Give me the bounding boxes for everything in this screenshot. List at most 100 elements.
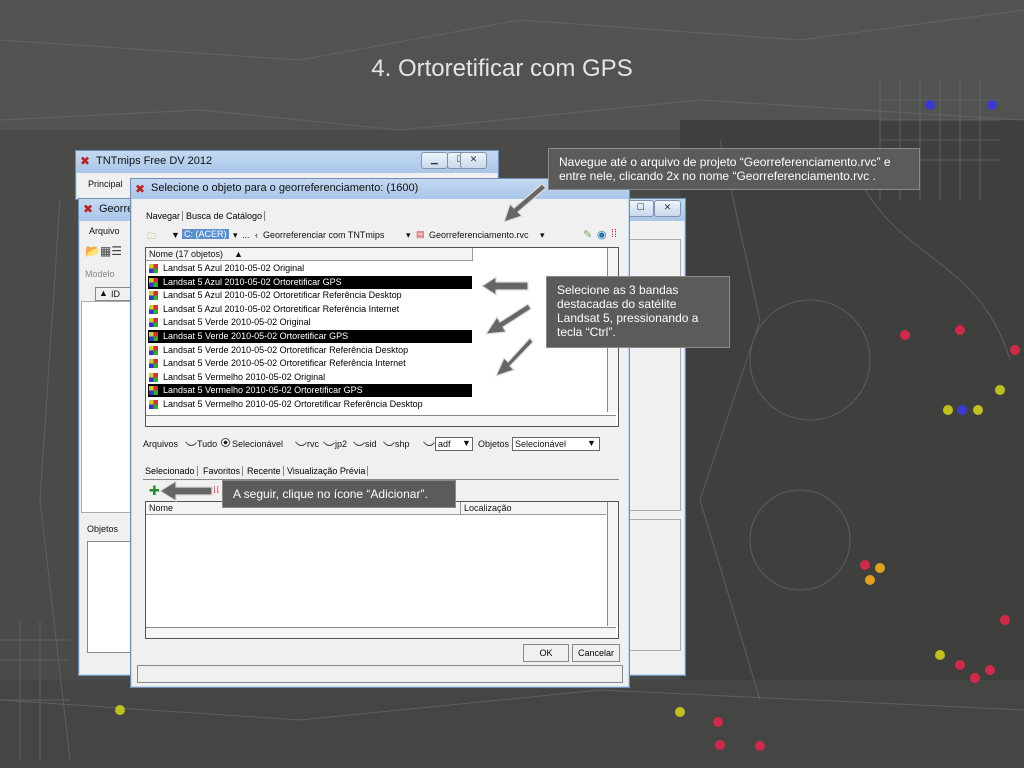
dialog-title: Selecione o objeto para o georreferencia… [151,182,419,194]
toolbar-icons: 📂▦☰ [85,244,122,258]
arrow-to-file-icon [503,184,547,223]
menu-arquivo[interactable]: Arquivo [89,226,120,236]
georef-close-button[interactable]: ✕ [654,200,681,217]
check-rvc[interactable]: rvc [294,436,319,449]
tntmips-logo-icon: ✖ [80,154,91,168]
raster-icon [149,345,158,355]
id-column-header[interactable]: ▲ ID [95,287,131,301]
list-item-label: Landsat 5 Verde 2010-05-02 Ortoretificar… [163,331,349,341]
radio-tudo[interactable]: Tudo [184,436,218,449]
path-file[interactable]: Georreferenciamento.rvc [429,230,529,240]
sort-up-icon: ▲ [99,288,108,298]
minimize-button[interactable]: ▁ [421,152,448,169]
radio-icon[interactable] [422,436,436,449]
objects-tab[interactable]: Objetos [87,524,118,534]
selected-hscroll[interactable] [146,627,616,638]
check-jp2[interactable]: jp2 [322,436,348,449]
tab-navegar[interactable]: Navegar [144,211,184,221]
path-ellipsis[interactable]: ... [242,230,250,240]
cancel-button[interactable]: Cancelar [572,644,620,662]
horizontal-scrollbar[interactable] [146,415,616,426]
list-item-label: Landsat 5 Azul 2010-05-02 Ortoretificar … [163,290,402,301]
objetos-select[interactable]: Selecionável ▼ [512,437,600,451]
list-icon[interactable]: ☰ [111,244,122,258]
bottom-tab-bar: Selecionado Favoritos Recente Visualizaç… [143,465,619,480]
list-item-label: Landsat 5 Vermelho 2010-05-02 Ortoretifi… [163,385,363,396]
grid-icon[interactable]: ⁞⁞ [611,228,617,240]
pencil-icon[interactable]: ✎ [583,228,592,241]
radio-icon [294,436,308,449]
arquivos-label: Arquivos [143,439,179,449]
check-shp[interactable]: shp [382,436,410,449]
col-divider [460,502,461,514]
arrow-to-selection-1-icon [480,276,529,296]
radio-tudo-label: Tudo [197,439,218,449]
list-item[interactable]: Landsat 5 Azul 2010-05-02 Ortoretificar … [148,275,472,289]
extension-select[interactable]: adf ▼ [435,437,473,451]
tab-visualizacao-previa[interactable]: Visualização Prévia [285,466,369,476]
globe-icon[interactable]: ◉ [597,228,607,241]
chevron-down-icon[interactable]: ▾ [540,230,545,241]
tntmips-logo-icon: ✖ [83,202,94,216]
menu-principal[interactable]: Principal [88,179,123,189]
raster-icon [149,332,158,341]
tab-recente[interactable]: Recente [245,466,284,476]
arrow-to-selection-3-icon [494,337,534,377]
chevron-down-icon: ▼ [462,438,471,448]
radio-selecionavel[interactable]: Selecionável [221,438,283,449]
callout-navigate: Navegue até o arquivo de projeto “Georre… [548,148,920,190]
arrow-to-selection-2-icon [484,303,532,335]
raster-icon [149,359,158,369]
radio-icon [322,436,336,449]
col-nome[interactable]: Nome [149,503,173,513]
raster-icon [149,372,158,382]
objetos-label: Objetos [478,439,510,449]
save-icon[interactable]: ▦ [100,244,111,258]
list-item-label: Landsat 5 Azul 2010-05-02 Ortoretificar … [163,303,400,314]
raster-icon [149,264,158,273]
chevron-down-icon[interactable]: ▾ [233,230,238,241]
check-sid-label: sid [365,439,377,449]
filter-row: Arquivos Tudo Selecionável rvc jp2 sid s… [143,436,619,451]
raster-icon [149,318,158,328]
check-jp2-label: jp2 [335,439,348,449]
check-shp-label: shp [395,439,410,449]
tab-favoritos[interactable]: Favoritos [201,466,244,476]
list-item-label: Landsat 5 Verde 2010-05-02 Ortoretificar… [163,358,406,369]
id-column-label: ID [111,289,120,299]
folder-icon[interactable]: 🗀 [147,229,156,245]
callout-select-bands: Selecione as 3 bandas destacadas do saté… [546,276,730,348]
main-title-bar: ✖ TNTmips Free DV 2012 ▁ ☐ ✕ [76,151,498,173]
close-button[interactable]: ✕ [460,152,487,169]
radio-icon [184,436,198,449]
raster-icon [149,291,158,301]
path-drive[interactable]: C: (ACER) [182,229,229,239]
georef-right-lower [627,519,681,651]
selected-vscroll[interactable] [607,502,618,626]
col-localizacao[interactable]: Localização [464,503,512,513]
ok-button[interactable]: OK [523,644,569,662]
list-item-label: Landsat 5 Vermelho 2010-05-02 Original [163,371,326,382]
extension-value: adf [438,439,451,449]
chevron-down-icon[interactable]: ▾ [406,230,411,241]
check-sid[interactable]: sid [352,436,377,449]
tab-busca-catalogo[interactable]: Busca de Catálogo [184,211,266,221]
raster-icon [149,386,158,396]
open-icon[interactable]: 📂 [85,244,100,258]
select-object-dialog: ✖ Selecione o objeto para o georreferenc… [130,178,630,688]
path-folder[interactable]: Georreferenciar com TNTmips [263,230,384,240]
radio-icon [382,436,396,449]
tab-selecionado[interactable]: Selecionado [143,466,198,476]
slide-title: 4. Ortoretificar com GPS [371,55,633,82]
list-header[interactable]: Nome (17 objetos) ▲ [146,248,473,261]
dropdown-arrow-icon[interactable]: ▼ [171,230,180,240]
path-bar: 🗀 ▼ C: (ACER) ▾ ... ‹ Georreferenciar co… [145,228,619,244]
chevron-down-icon: ▼ [587,438,596,448]
list-item[interactable]: Landsat 5 Verde 2010-05-02 Ortoretificar… [148,330,472,343]
list-header-label: Nome (17 objetos) [149,249,224,259]
chevron-left-icon: ‹ [255,230,258,240]
georef-maximize-button[interactable]: ☐ [627,200,654,217]
arrow-to-add-icon [158,479,213,503]
list-item[interactable]: Landsat 5 Vermelho 2010-05-02 Ortoretifi… [148,384,472,398]
radio-icon [352,436,366,449]
